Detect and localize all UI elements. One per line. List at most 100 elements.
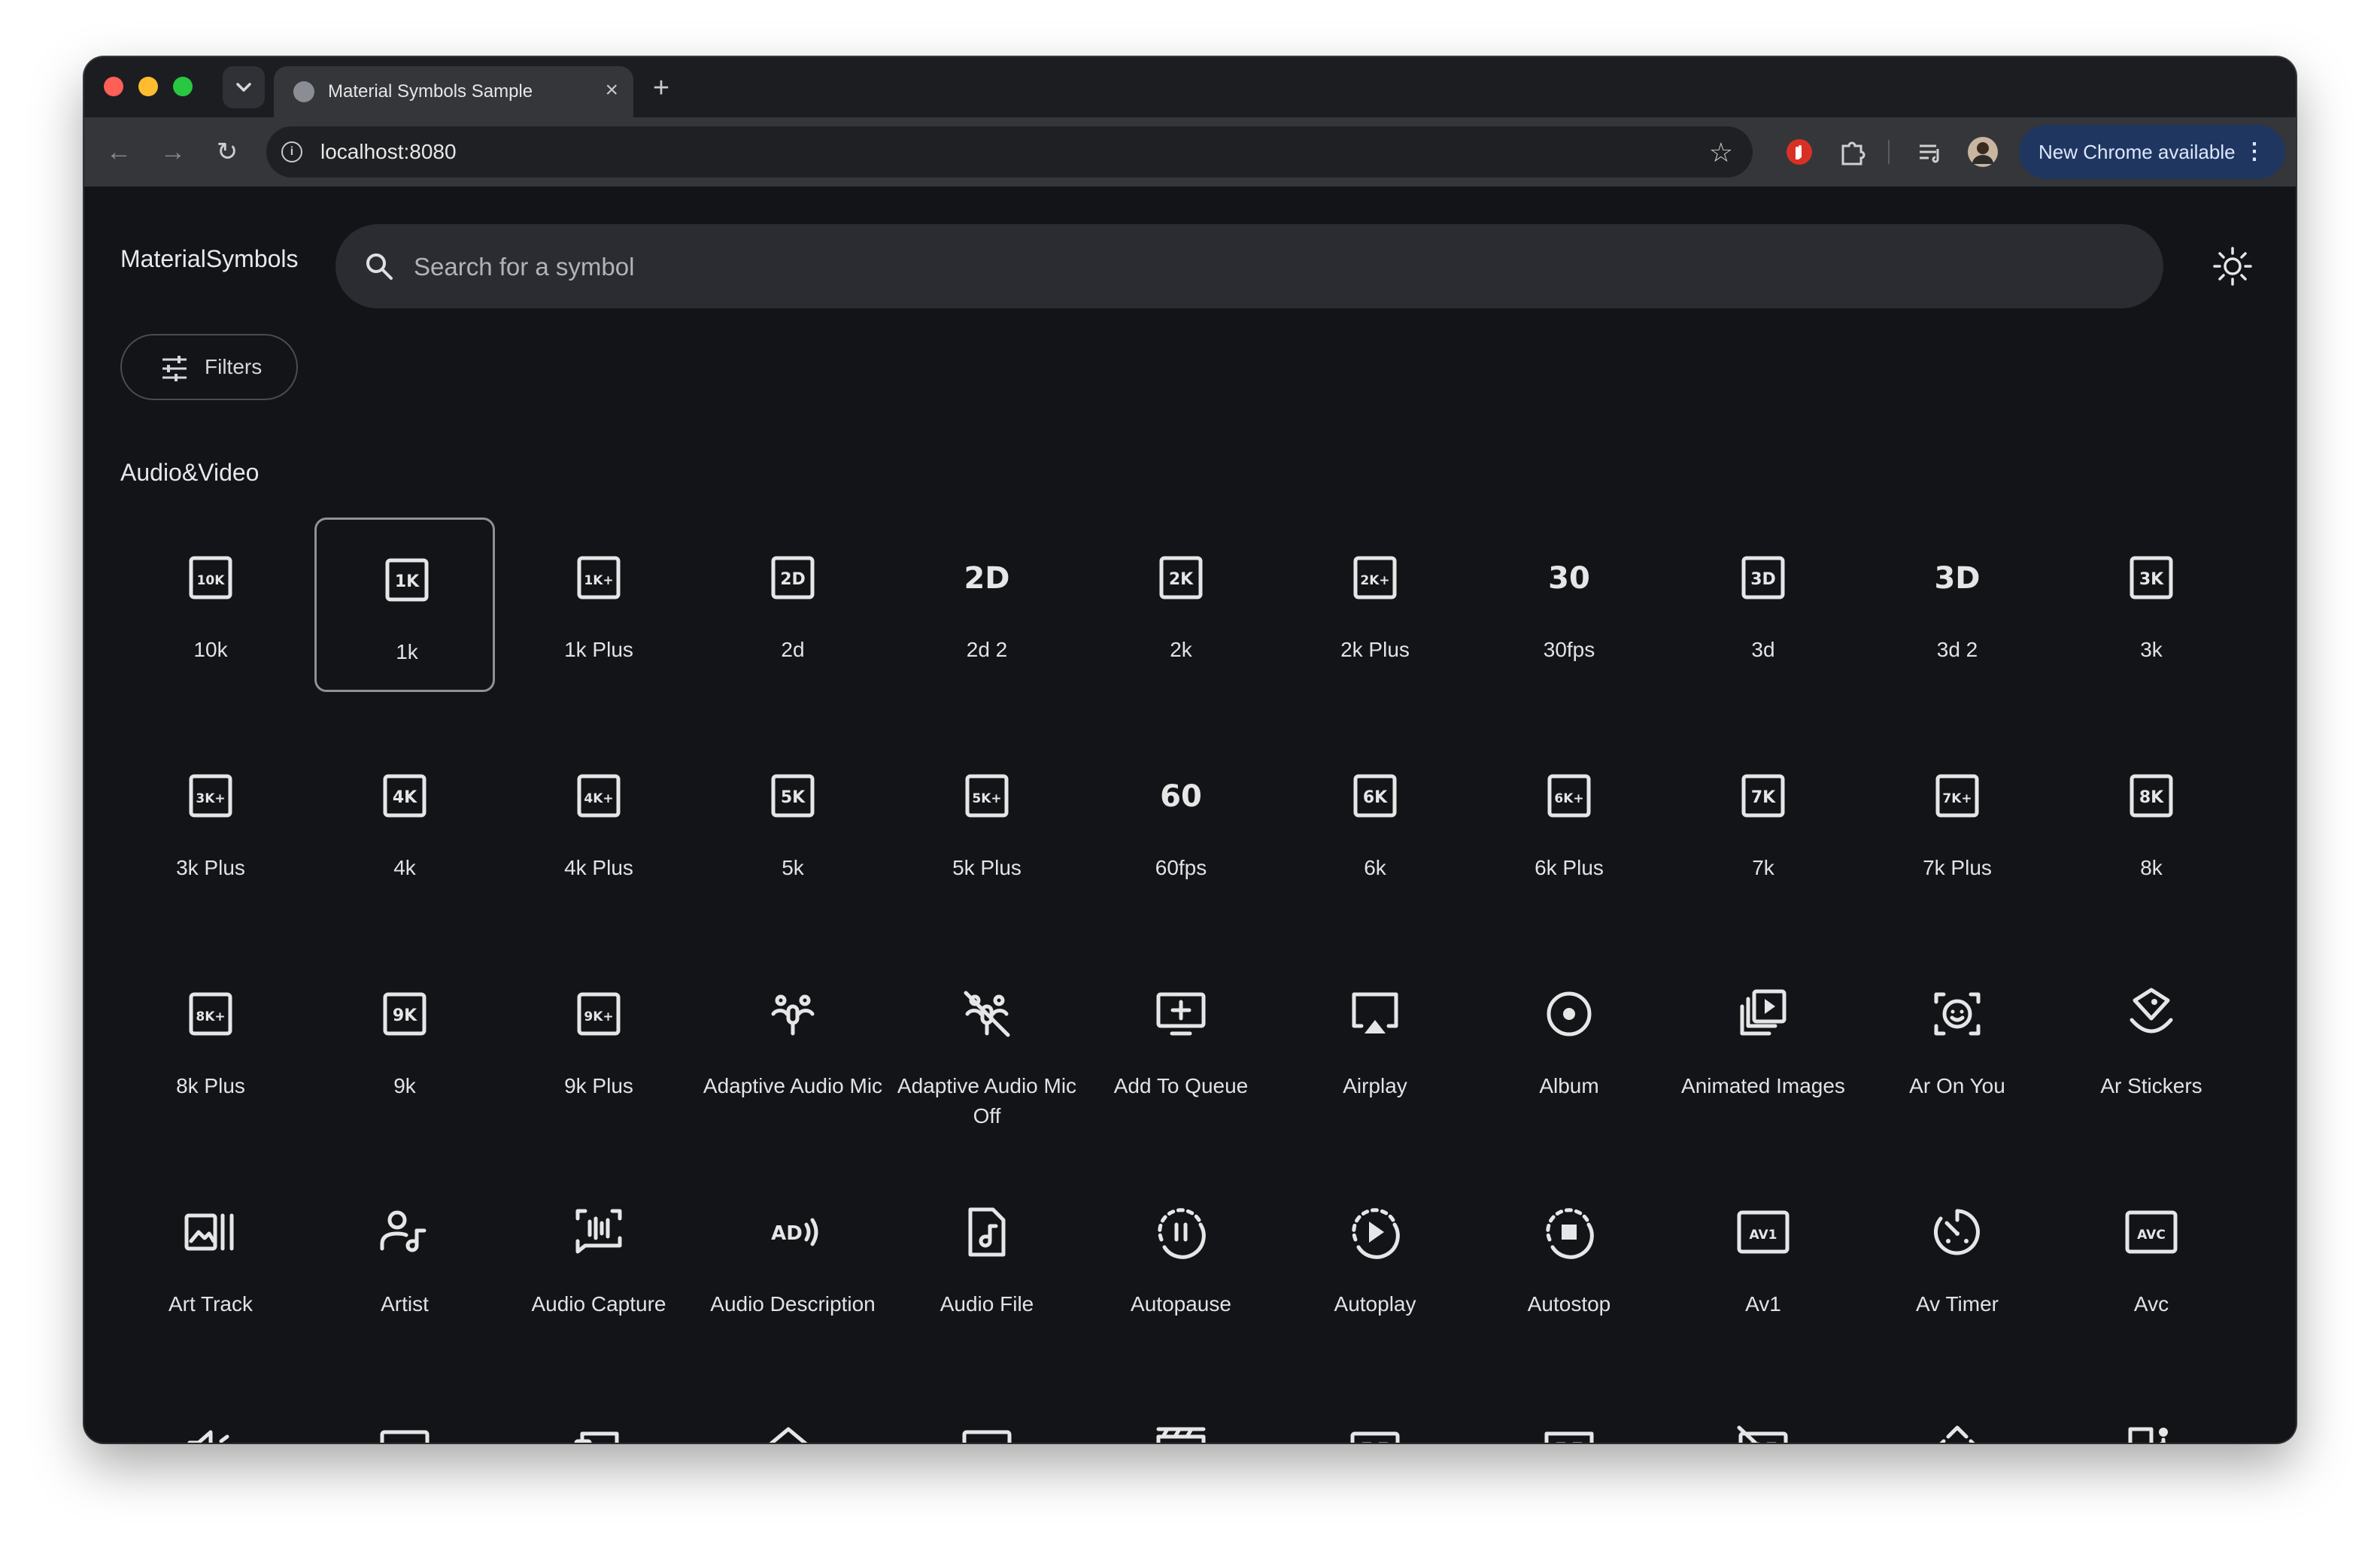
more-menu-icon[interactable]: ⋮ xyxy=(2243,125,2266,179)
back-button[interactable]: ← xyxy=(102,135,135,168)
icon-card-60fps[interactable]: 60 60fps xyxy=(1091,736,1271,910)
forward-button[interactable]: → xyxy=(156,135,190,168)
extension-shield-icon[interactable] xyxy=(1781,134,1817,170)
icon-card-5k[interactable]: 5K 5k xyxy=(703,736,883,910)
media-queue-icon[interactable] xyxy=(1912,134,1948,170)
icon-card-bottom-bar[interactable] xyxy=(897,1390,1077,1443)
icon-card-6k[interactable]: 6K 6k xyxy=(1285,736,1465,910)
icon-card-5k-plus[interactable]: 5K+ 5k Plus xyxy=(897,736,1077,910)
icon-card-1k-plus[interactable]: 1K+ 1k Plus xyxy=(508,517,689,692)
cc-off-icon xyxy=(1733,1420,1793,1443)
icon-card-4k[interactable]: 4K 4k xyxy=(314,736,495,910)
icon-card-audio-file[interactable]: Audio File xyxy=(897,1172,1077,1346)
icon-card-1k[interactable]: 1K 1k xyxy=(314,517,495,692)
pip-icon xyxy=(375,1420,435,1443)
icon-card-3k[interactable]: 3K 3k xyxy=(2061,517,2242,692)
icon-card-volume[interactable] xyxy=(120,1390,301,1443)
icon-card-label: 4k xyxy=(393,856,416,879)
box-icon: 3K+ xyxy=(181,766,241,826)
text-icon-svg: 60 xyxy=(1160,779,1202,814)
close-tab-icon[interactable]: × xyxy=(605,75,618,105)
icon-card-label: Art Track xyxy=(168,1292,253,1316)
icon-card-pip[interactable] xyxy=(314,1390,495,1443)
light-mode-icon[interactable] xyxy=(2204,238,2261,295)
glyph-text: 9K xyxy=(393,1006,417,1025)
icon-card-3k-plus[interactable]: 3K+ 3k Plus xyxy=(120,736,301,910)
active-tab[interactable]: Material Symbols Sample × xyxy=(274,66,633,117)
icon-card-av1[interactable]: AV1 Av1 xyxy=(1673,1172,1853,1346)
icon-card-9k-plus[interactable]: 9K+ 9k Plus xyxy=(508,954,689,1128)
icon-card-av-timer[interactable]: Av Timer xyxy=(1867,1172,2048,1346)
icon-card-label: 9k Plus xyxy=(564,1074,633,1097)
icon-card-artist[interactable]: Artist xyxy=(314,1172,495,1346)
address-bar[interactable]: i localhost:8080 ☆ xyxy=(266,126,1753,178)
icon-card-airplay[interactable]: Airplay xyxy=(1285,954,1465,1128)
icon-card-add-to-queue[interactable]: Add To Queue xyxy=(1091,954,1271,1128)
icon-card-album[interactable]: Album xyxy=(1479,954,1659,1128)
url-text[interactable]: localhost:8080 xyxy=(320,140,457,164)
icon-card-6k-plus[interactable]: 6K+ 6k Plus xyxy=(1479,736,1659,910)
icon-card-label: 6k Plus xyxy=(1535,856,1604,879)
icon-card-2d-2[interactable]: 2D 2d 2 xyxy=(897,517,1077,692)
icon-card-animated-images[interactable]: Animated Images xyxy=(1673,954,1853,1128)
icon-card-clapper[interactable] xyxy=(1091,1390,1271,1443)
icon-card-home-wifi[interactable] xyxy=(703,1390,883,1443)
icon-card-7k[interactable]: 7K 7k xyxy=(1673,736,1853,910)
icon-card-label: Audio Description xyxy=(710,1292,876,1316)
icon-card-ar-stickers[interactable]: Ar Stickers xyxy=(2061,954,2242,1128)
icon-card-2k[interactable]: 2K 2k xyxy=(1091,517,1271,692)
autostop-icon-svg xyxy=(1546,1208,1594,1259)
icon-card-door-person[interactable] xyxy=(2061,1390,2242,1443)
maximize-window-button[interactable] xyxy=(173,77,193,96)
box-icon: 9K+ xyxy=(569,984,629,1044)
text-icon-svg: 30 xyxy=(1548,561,1590,596)
tab-search-button[interactable] xyxy=(223,66,265,108)
icon-card-label: Ar Stickers xyxy=(2100,1074,2202,1097)
wide-box-icon: AVC xyxy=(2121,1202,2181,1262)
icon-card-devices-wifi[interactable] xyxy=(508,1390,689,1443)
bookmark-star-icon[interactable]: ☆ xyxy=(1709,137,1733,168)
site-info-icon[interactable]: i xyxy=(281,141,302,162)
reload-button[interactable]: ↻ xyxy=(211,135,244,168)
icon-card-autostop[interactable]: Autostop xyxy=(1479,1172,1659,1346)
box-icon-svg: 2D xyxy=(771,556,815,599)
icon-card-cc[interactable] xyxy=(1285,1390,1465,1443)
autoplay-icon-svg xyxy=(1352,1208,1400,1259)
icon-card-avc[interactable]: AVC Avc xyxy=(2061,1172,2242,1346)
icon-card-cc-off[interactable] xyxy=(1673,1390,1853,1443)
icon-card-audio-capture[interactable]: Audio Capture xyxy=(508,1172,689,1346)
icon-card-autoplay[interactable]: Autoplay xyxy=(1285,1172,1465,1346)
extensions-puzzle-icon[interactable] xyxy=(1834,134,1870,170)
icon-card-label: 1k xyxy=(396,640,418,663)
icon-card-2d[interactable]: 2D 2d xyxy=(703,517,883,692)
icon-card-3d-2[interactable]: 3D 3d 2 xyxy=(1867,517,2048,692)
box-icon-svg: 9K+ xyxy=(577,992,621,1036)
minimize-window-button[interactable] xyxy=(138,77,158,96)
icon-card-autopause[interactable]: Autopause xyxy=(1091,1172,1271,1346)
filters-button[interactable]: Filters xyxy=(120,334,298,400)
icon-card-10k[interactable]: 10K 10k xyxy=(120,517,301,692)
icon-card-ar-on-you[interactable]: Ar On You xyxy=(1867,954,2048,1128)
icon-card-30fps[interactable]: 30 30fps xyxy=(1479,517,1659,692)
icon-card-control-camera[interactable] xyxy=(1867,1390,2048,1443)
icon-card-2k-plus[interactable]: 2K+ 2k Plus xyxy=(1285,517,1465,692)
icon-card-art-track[interactable]: Art Track xyxy=(120,1172,301,1346)
text-icon: 30 xyxy=(1539,548,1599,608)
icon-card-9k[interactable]: 9K 9k xyxy=(314,954,495,1128)
new-tab-button[interactable]: + xyxy=(641,68,682,108)
icon-card-8k[interactable]: 8K 8k xyxy=(2061,736,2242,910)
avatar[interactable] xyxy=(1965,134,2001,170)
icon-card-cc-add[interactable] xyxy=(1479,1390,1659,1443)
page-content: MaterialSymbols Search for a symbol Filt… xyxy=(84,187,2296,1443)
icon-card-7k-plus[interactable]: 7K+ 7k Plus xyxy=(1867,736,2048,910)
close-window-button[interactable] xyxy=(104,77,123,96)
icon-card-adaptive-audio-mic[interactable]: Adaptive Audio Mic xyxy=(703,954,883,1128)
icon-card-4k-plus[interactable]: 4K+ 4k Plus xyxy=(508,736,689,910)
control-camera-icon xyxy=(1927,1420,1987,1443)
icon-card-3d[interactable]: 3D 3d xyxy=(1673,517,1853,692)
icon-card-8k-plus[interactable]: 8K+ 8k Plus xyxy=(120,954,301,1128)
search-input[interactable]: Search for a symbol xyxy=(335,224,2163,308)
icon-card-adaptive-audio-mic-off[interactable]: Adaptive Audio Mic Off xyxy=(897,954,1077,1128)
icon-card-audio-description[interactable]: AD Audio Description xyxy=(703,1172,883,1346)
chrome-update-button[interactable]: New Chrome available ⋮ xyxy=(2019,125,2285,179)
